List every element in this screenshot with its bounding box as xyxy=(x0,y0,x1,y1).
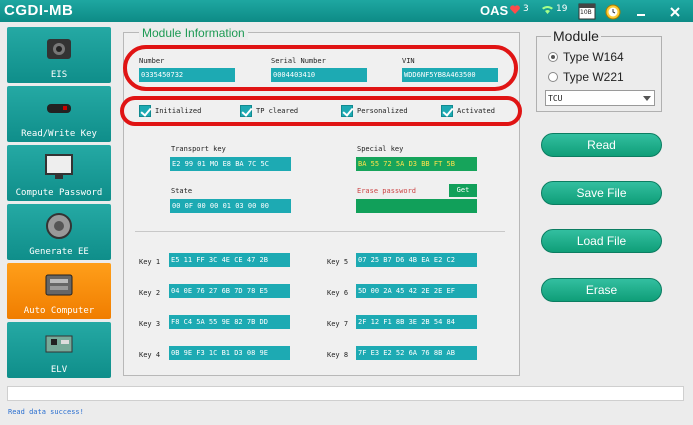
ecu-icon xyxy=(45,274,73,296)
key-2-field[interactable]: 04 0E 76 27 6B 7D 78 E5 xyxy=(169,284,290,298)
key-label: Key 6 xyxy=(327,289,349,297)
hearts-status: 3 xyxy=(510,4,529,14)
special-key-field[interactable]: BA 55 72 5A D3 BB FT 5B xyxy=(356,157,477,171)
minimize-button[interactable] xyxy=(634,4,648,18)
sidebar-item-auto-computer[interactable]: Auto Computer xyxy=(7,263,111,319)
key-7-field[interactable]: 2F 12 F1 8B 3E 2B 54 84 xyxy=(356,315,477,329)
key-label: Key 7 xyxy=(327,320,349,328)
sidebar-item-label: ELV xyxy=(50,365,68,375)
sidebar-item-compute-password[interactable]: Compute Password xyxy=(7,145,111,201)
eis-module-icon xyxy=(47,39,71,59)
erase-button[interactable]: Erase xyxy=(541,278,662,302)
elv-board-icon xyxy=(45,335,73,353)
read-button[interactable]: Read xyxy=(541,133,662,157)
close-button[interactable] xyxy=(668,4,682,18)
hearts-count: 3 xyxy=(523,4,529,14)
signal-count: 19 xyxy=(556,4,568,14)
get-button[interactable]: Get xyxy=(449,184,477,197)
sidebar-item-read-write-key[interactable]: Read/Write Key xyxy=(7,86,111,142)
key-3-field[interactable]: F8 C4 5A 55 9E 82 7B DD xyxy=(169,315,290,329)
sidebar-item-label: EIS xyxy=(50,70,68,80)
chevron-down-icon xyxy=(643,96,651,101)
progress-bar xyxy=(7,386,684,401)
special-key-value: BA 55 72 5A D3 BB FT 5B xyxy=(358,160,455,168)
sidebar: EIS Read/Write Key Compute Password Gene… xyxy=(7,27,111,378)
key-4-field[interactable]: 0B 9E F3 1C B1 D3 08 9E xyxy=(169,346,290,360)
key-5-field[interactable]: 07 25 B7 D6 4B EA E2 C2 xyxy=(356,253,477,267)
heart-icon xyxy=(510,4,520,14)
sidebar-item-elv[interactable]: ELV xyxy=(7,322,111,378)
transport-key-label: Transport key xyxy=(171,145,226,153)
key-label: Key 1 xyxy=(139,258,161,266)
title-bar: CGDI-MB OAS 3 19 10B xyxy=(0,0,693,22)
radio-empty-icon xyxy=(548,72,558,82)
alarm-clock-icon[interactable] xyxy=(604,2,622,20)
module-type-dropdown[interactable]: TCU xyxy=(545,90,655,106)
highlight-oval-status xyxy=(120,96,522,126)
erase-password-field[interactable] xyxy=(356,199,477,213)
sidebar-item-generate-ee[interactable]: Generate EE xyxy=(7,204,111,260)
wifi-icon xyxy=(542,5,553,14)
key-label: Key 8 xyxy=(327,351,349,359)
sidebar-item-label: Compute Password xyxy=(15,188,103,198)
calendar-date: 10B xyxy=(580,9,592,16)
key-label: Key 2 xyxy=(139,289,161,297)
special-key-label: Special key xyxy=(357,145,404,153)
steering-lock-icon xyxy=(46,213,72,239)
radio-label: Type W164 xyxy=(563,50,624,64)
brand-label: OAS xyxy=(480,3,509,18)
key-label: Key 5 xyxy=(327,258,349,266)
dropdown-value: TCU xyxy=(548,94,563,103)
divider xyxy=(135,231,505,232)
sidebar-item-eis[interactable]: EIS xyxy=(7,27,111,83)
transport-key-field[interactable]: E2 99 01 MO E8 BA 7C 5C xyxy=(170,157,291,171)
module-selector-title: Module xyxy=(551,28,601,44)
sidebar-item-label: Read/Write Key xyxy=(21,129,97,139)
car-key-icon xyxy=(47,104,71,113)
radio-type-w164[interactable]: Type W164 xyxy=(548,50,624,64)
key-8-field[interactable]: 7F E3 E2 52 6A 76 8B AB xyxy=(356,346,477,360)
radio-type-w221[interactable]: Type W221 xyxy=(548,70,624,84)
state-field[interactable]: 00 0F 00 00 01 03 00 00 xyxy=(170,199,291,213)
module-information-title: Module Information xyxy=(139,26,248,40)
key-1-field[interactable]: E5 11 FF 3C 4E CE 47 2B xyxy=(169,253,290,267)
save-file-button[interactable]: Save File xyxy=(541,181,662,205)
signal-status: 19 xyxy=(542,4,567,14)
sidebar-item-label: Generate EE xyxy=(29,247,89,257)
load-file-button[interactable]: Load File xyxy=(541,229,662,253)
erase-password-label: Erase password xyxy=(357,187,417,195)
radio-label: Type W221 xyxy=(563,70,624,84)
app-title: CGDI-MB xyxy=(4,2,74,19)
radio-selected-icon xyxy=(548,52,558,62)
status-message: Read data success! xyxy=(8,408,84,416)
key-label: Key 4 xyxy=(139,351,161,359)
state-label: State xyxy=(171,187,193,195)
highlight-oval-identity xyxy=(123,45,518,91)
key-label: Key 3 xyxy=(139,320,161,328)
sidebar-item-label: Auto Computer xyxy=(23,306,95,316)
monitor-icon xyxy=(45,154,73,179)
key-6-field[interactable]: 5D 00 2A 45 42 2E 2E EF xyxy=(356,284,477,298)
